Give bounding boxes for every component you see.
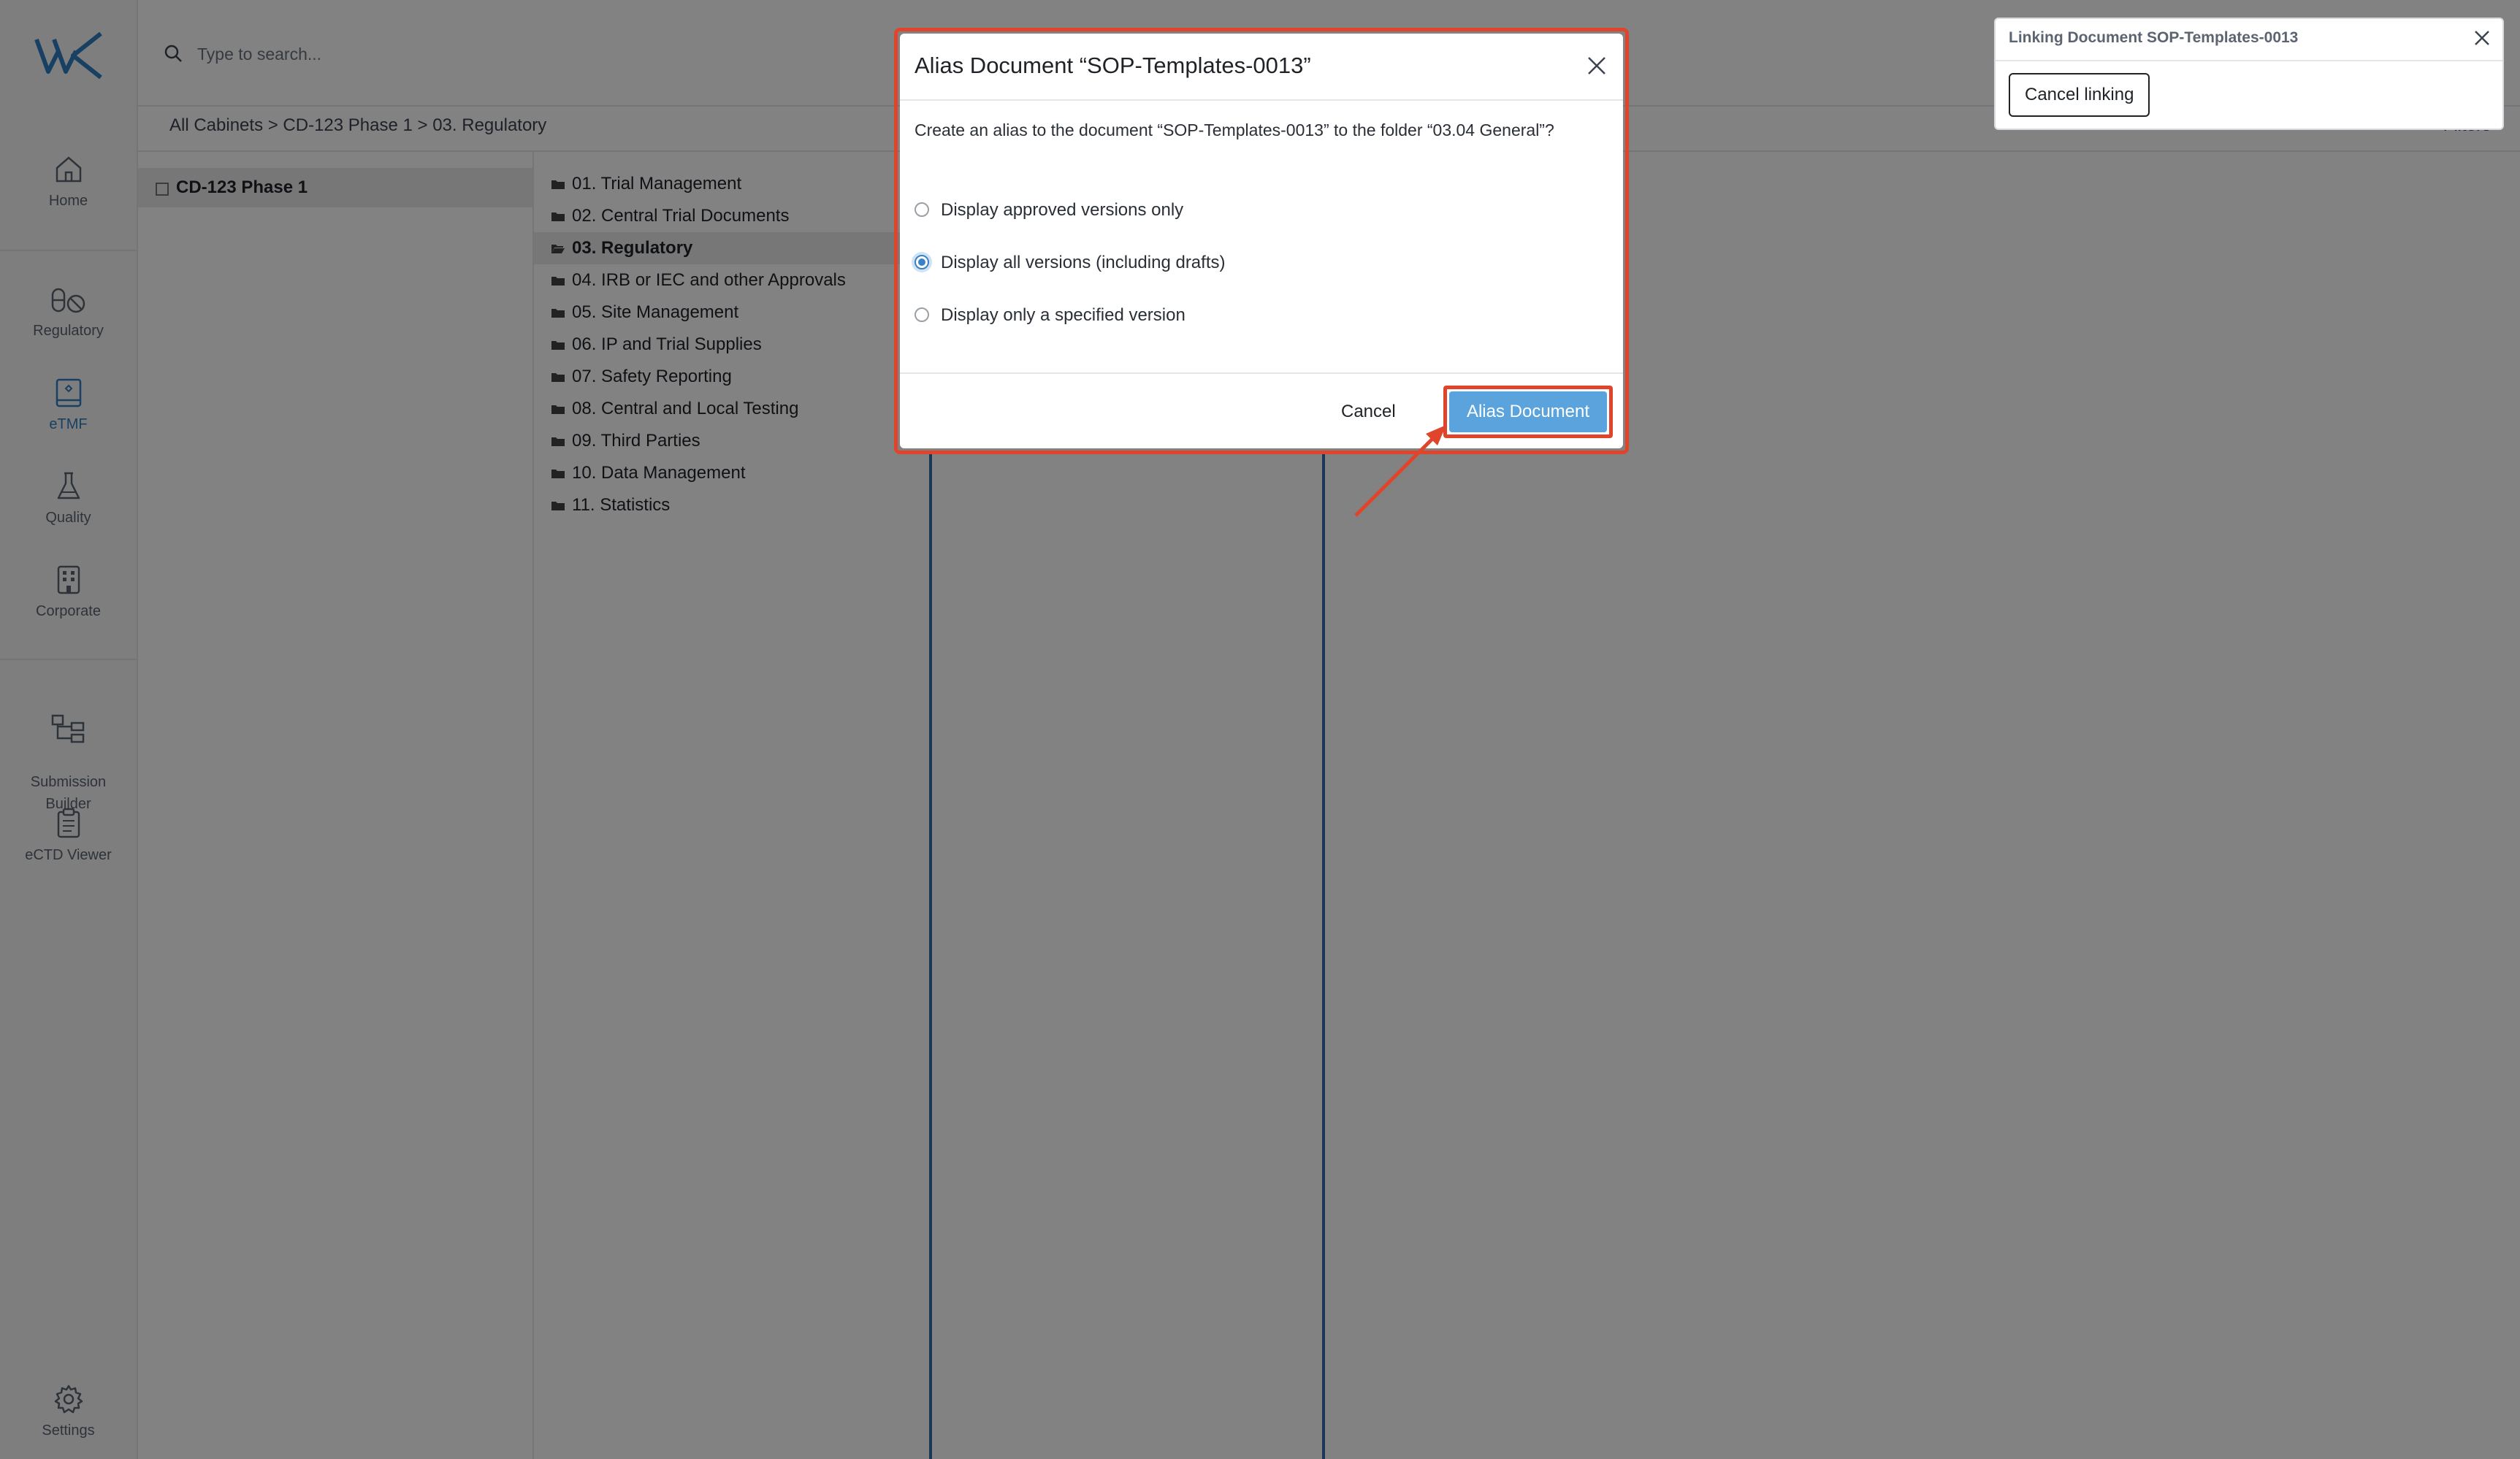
alias-document-button[interactable]: Alias Document	[1449, 391, 1607, 432]
cancel-button[interactable]: Cancel	[1341, 402, 1396, 422]
cancel-linking-button[interactable]: Cancel linking	[2009, 73, 2150, 117]
linking-toast: Linking Document SOP-Templates-0013 Canc…	[1994, 18, 2504, 130]
radio-label: Display approved versions only	[941, 200, 1184, 220]
dialog-title: Alias Document “SOP-Templates-0013”	[915, 53, 1311, 78]
annotation-arrow	[1354, 425, 1446, 517]
dialog-message: Create an alias to the document “SOP-Tem…	[915, 120, 1554, 139]
radio-label: Display only a specified version	[941, 305, 1185, 325]
divider	[1996, 60, 2502, 61]
divider	[900, 372, 1623, 374]
divider	[900, 99, 1623, 101]
radio-button-checked[interactable]	[915, 255, 929, 269]
radio-button[interactable]	[915, 307, 929, 322]
close-icon[interactable]	[2473, 29, 2491, 47]
toast-title: Linking Document SOP-Templates-0013	[2009, 29, 2299, 46]
close-icon[interactable]	[1587, 55, 1607, 76]
radio-button[interactable]	[915, 202, 929, 217]
radio-label: Display all versions (including drafts)	[941, 253, 1226, 272]
